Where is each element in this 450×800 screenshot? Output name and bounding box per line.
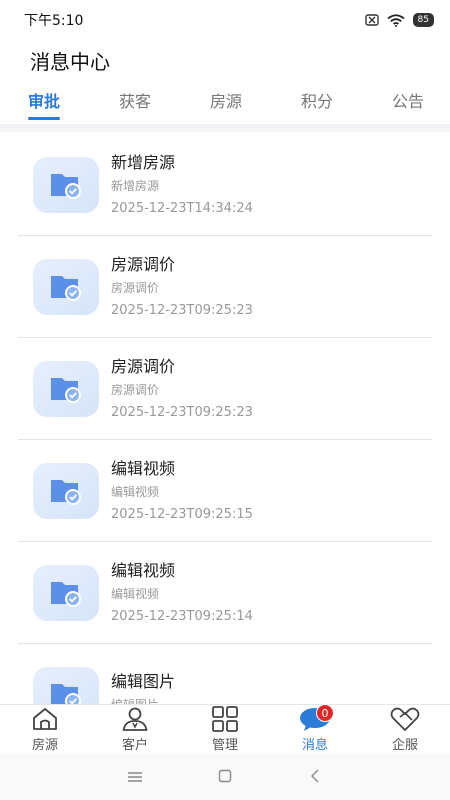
nav-management[interactable]: 管理: [180, 706, 270, 753]
back-chevron-icon[interactable]: [300, 768, 330, 787]
message-subtitle: 房源调价: [111, 382, 160, 397]
system-nav-bar: [0, 754, 450, 800]
message-title: 新增房源: [111, 152, 176, 172]
tab-leads[interactable]: 获客: [119, 88, 151, 124]
nav-enterprise-services[interactable]: 企服: [360, 706, 450, 753]
home-square-icon[interactable]: [210, 768, 240, 787]
message-item[interactable]: 编辑视频 编辑视频 2025-12-23T09:25:15: [18, 440, 432, 542]
approved-document-icon: [33, 258, 99, 315]
tab-approval[interactable]: 审批: [28, 88, 61, 124]
handshake-icon: [390, 706, 420, 732]
tabs-divider: [0, 124, 450, 132]
page-title: 消息中心: [30, 50, 110, 74]
house-icon: [31, 706, 59, 732]
menu-icon[interactable]: [120, 768, 150, 787]
message-time: 2025-12-23T09:25:23: [111, 302, 253, 318]
grid-icon: [211, 706, 239, 732]
message-subtitle: 房源调价: [111, 280, 160, 295]
tab-bar: 审批 获客 房源 积分 公告: [0, 80, 450, 124]
message-title: 编辑视频: [111, 560, 176, 580]
wifi-icon: [386, 13, 405, 27]
message-item[interactable]: 编辑视频 编辑视频 2025-12-23T09:25:14: [18, 542, 432, 644]
message-title: 编辑图片: [111, 671, 176, 691]
nav-label: 企服: [391, 738, 418, 753]
message-title: 编辑视频: [111, 458, 176, 478]
message-subtitle: 新增房源: [111, 178, 160, 193]
message-title: 房源调价: [111, 254, 176, 274]
approved-document-icon: [33, 360, 99, 417]
approved-document-icon: [33, 156, 99, 213]
nav-label: 管理: [211, 738, 238, 753]
status-icons: 85: [364, 13, 434, 27]
approved-document-icon: [33, 666, 99, 704]
nav-label: 房源: [31, 738, 58, 753]
message-subtitle: 编辑视频: [111, 586, 160, 601]
message-subtitle: 编辑视频: [111, 484, 160, 499]
message-time: 2025-12-23T09:25:14: [111, 608, 253, 624]
battery-icon: 85: [412, 13, 434, 27]
nav-label: 客户: [121, 738, 148, 753]
message-time: 2025-12-23T09:25:23: [111, 404, 253, 420]
chat-icon: 0: [298, 704, 334, 732]
message-title: 房源调价: [111, 356, 176, 376]
approved-document-icon: [33, 462, 99, 519]
tab-points[interactable]: 积分: [301, 88, 333, 124]
message-time: 2025-12-23T14:34:24: [111, 200, 253, 216]
bottom-nav: 房源 客户 管理 0 消息 企服: [0, 704, 450, 754]
nav-listings[interactable]: 房源: [0, 706, 90, 753]
message-item[interactable]: 房源调价 房源调价 2025-12-23T09:25:23: [18, 236, 432, 338]
message-item[interactable]: 房源调价 房源调价 2025-12-23T09:25:23: [18, 338, 432, 440]
tab-listings[interactable]: 房源: [210, 88, 242, 124]
tab-announcements[interactable]: 公告: [392, 88, 424, 124]
sim-off-icon: [364, 14, 379, 26]
nav-customers[interactable]: 客户: [90, 706, 180, 753]
message-item[interactable]: 编辑图片 编辑图片: [18, 644, 432, 704]
approved-document-icon: [33, 564, 99, 621]
status-time: 下午5:10: [24, 13, 84, 29]
nav-label: 消息: [301, 738, 328, 753]
person-icon: [121, 706, 149, 732]
message-item[interactable]: 新增房源 新增房源 2025-12-23T14:34:24: [18, 134, 432, 236]
nav-messages[interactable]: 0 消息: [270, 704, 360, 753]
unread-badge: 0: [316, 704, 334, 722]
message-time: 2025-12-23T09:25:15: [111, 506, 253, 522]
message-subtitle: 编辑图片: [111, 696, 175, 705]
message-list[interactable]: 新增房源 新增房源 2025-12-23T14:34:24 房源调价 房源调价 …: [0, 134, 450, 704]
status-bar: 下午5:10 85: [0, 0, 450, 40]
